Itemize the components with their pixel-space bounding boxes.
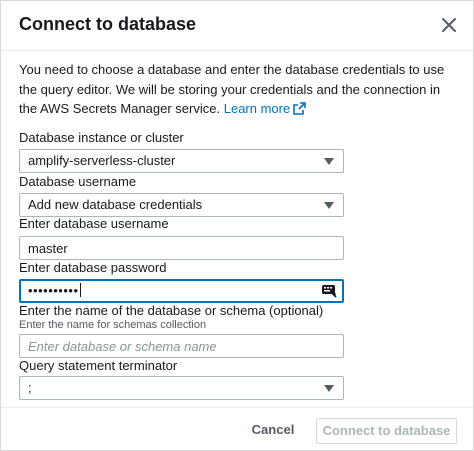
external-link-icon [293, 101, 307, 121]
connect-dialog: Connect to database You need to choose a… [0, 0, 474, 451]
dialog-body: You need to choose a database and enter … [1, 52, 473, 407]
password-input[interactable]: •••••••••• [19, 279, 344, 303]
close-icon[interactable] [437, 13, 461, 37]
dialog-title: Connect to database [19, 14, 197, 34]
dialog-header: Connect to database [1, 1, 473, 51]
password-dots: •••••••••• [28, 283, 79, 298]
connect-button[interactable]: Connect to database [316, 418, 457, 444]
instance-label: Database instance or cluster [19, 130, 184, 145]
username-select-label: Database username [19, 174, 137, 189]
terminator-label: Query statement terminator [19, 358, 178, 373]
password-label: Enter database password [19, 260, 167, 275]
password-masked-value: •••••••••• [28, 281, 81, 301]
database-name-input[interactable] [19, 334, 344, 358]
learn-more-label: Learn more [223, 101, 291, 116]
instance-select[interactable]: amplify-serverless-cluster [19, 149, 344, 173]
terminator-select[interactable]: ; [19, 376, 344, 400]
database-name-description: Enter the name for schemas collection [19, 319, 207, 331]
terminator-value: ; [28, 380, 32, 395]
username-select-value: Add new database credentials [28, 197, 203, 212]
key-icon[interactable] [321, 283, 337, 299]
username-select[interactable]: Add new database credentials [19, 193, 344, 217]
text-cursor [79, 283, 81, 297]
caret-down-icon [324, 385, 334, 392]
cancel-button[interactable]: Cancel [245, 418, 301, 442]
learn-more-link[interactable]: Learn more [223, 101, 307, 116]
caret-down-icon [324, 158, 334, 165]
dialog-footer: Cancel Connect to database [1, 407, 473, 450]
intro-text: You need to choose a database and enter … [19, 60, 459, 121]
caret-down-icon [324, 202, 334, 209]
username-input[interactable] [19, 236, 344, 260]
instance-value: amplify-serverless-cluster [28, 153, 176, 168]
username-input-label: Enter database username [19, 216, 169, 231]
database-name-label: Enter the name of the database or schema… [19, 303, 324, 318]
